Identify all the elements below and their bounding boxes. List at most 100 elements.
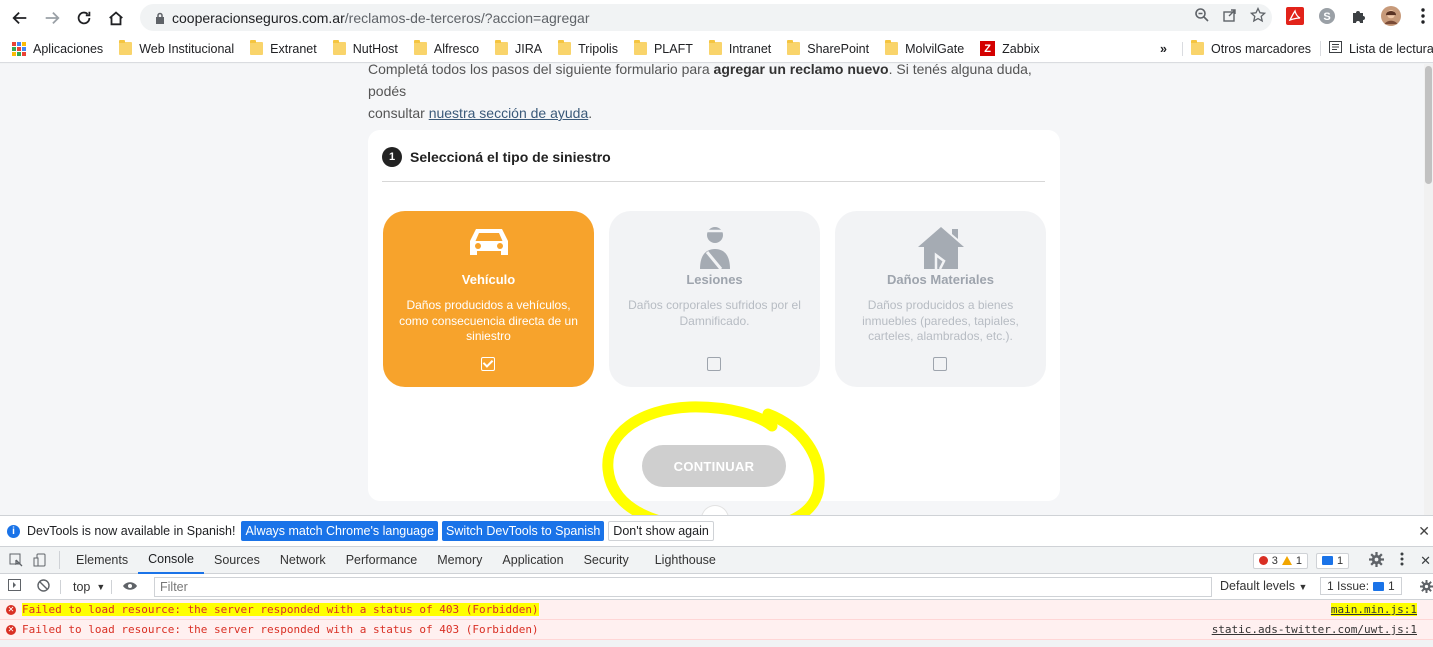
log-levels-dropdown[interactable]: Default levels ▼ xyxy=(1220,579,1307,593)
bookmark-label: Alfresco xyxy=(433,41,480,56)
settings-gear-icon[interactable] xyxy=(1369,551,1385,570)
bookmark-sharepoint[interactable]: SharePoint xyxy=(779,40,877,56)
bookmark-molvilgate[interactable]: MolvilGate xyxy=(877,40,972,56)
dont-show-again-button[interactable]: Don't show again xyxy=(608,521,714,541)
bookmark-label: Intranet xyxy=(728,41,772,56)
tab-memory[interactable]: Memory xyxy=(427,547,492,574)
log-levels-label: Default levels xyxy=(1220,579,1296,593)
error-count: 3 xyxy=(1271,554,1278,567)
back-icon[interactable] xyxy=(4,2,36,34)
match-language-button[interactable]: Always match Chrome's language xyxy=(241,521,439,541)
intro-text: Completá todos los pasos del siguiente f… xyxy=(368,64,1068,124)
dropdown-arrow-icon: ▼ xyxy=(96,581,106,592)
zabbix-icon: Z xyxy=(980,41,996,56)
bookmark-label: JIRA xyxy=(515,41,543,56)
reload-icon[interactable] xyxy=(68,2,100,34)
sidebar-toggle-icon[interactable] xyxy=(8,579,21,594)
console-error-row: ✕ Failed to load resource: the server re… xyxy=(0,600,1433,620)
profile-avatar[interactable] xyxy=(1381,6,1401,26)
step-title: Seleccioná el tipo de siniestro xyxy=(410,149,611,165)
bookmark-extranet[interactable]: Extranet xyxy=(242,40,325,56)
url-path: /reclamos-de-terceros/?accion=agregar xyxy=(344,9,590,26)
forward-icon[interactable] xyxy=(36,2,68,34)
help-section-link[interactable]: nuestra sección de ayuda xyxy=(429,105,589,121)
folder-icon xyxy=(787,40,801,55)
home-icon[interactable] xyxy=(100,2,132,34)
apps-grid-icon xyxy=(12,41,26,56)
bookmark-intranet[interactable]: Intranet xyxy=(701,40,779,56)
close-icon[interactable]: ✕ xyxy=(1418,523,1430,540)
devtools-menu-icon[interactable] xyxy=(1392,552,1412,569)
issues-count: 1 xyxy=(1388,579,1395,593)
intro-text-bold: agregar un reclamo nuevo xyxy=(713,64,889,77)
page-scrollbar[interactable] xyxy=(1424,64,1433,515)
bookmark-plaft[interactable]: PLAFT xyxy=(626,40,701,56)
live-expression-eye-icon[interactable] xyxy=(122,580,138,594)
address-bar[interactable]: cooperacionseguros.com.ar /reclamos-de-t… xyxy=(140,4,1272,31)
browser-menu-icon[interactable] xyxy=(1413,6,1433,26)
error-x-icon: ✕ xyxy=(6,604,16,615)
folder-icon xyxy=(332,40,346,55)
bookmarks-overflow-button[interactable]: » xyxy=(1152,42,1175,56)
lock-icon[interactable] xyxy=(148,12,172,24)
tab-sources[interactable]: Sources xyxy=(204,547,270,574)
bookmark-jira[interactable]: JIRA xyxy=(487,40,550,56)
tab-elements[interactable]: Elements xyxy=(66,547,138,574)
close-devtools-icon[interactable]: ✕ xyxy=(1420,553,1433,569)
folder-icon xyxy=(413,40,427,55)
reading-list-button[interactable]: Lista de lectura xyxy=(1320,41,1433,56)
bookmark-otros-marcadores[interactable]: Otros marcadores xyxy=(1182,40,1319,56)
option-checkbox[interactable] xyxy=(933,357,947,371)
scroll-down-indicator[interactable] xyxy=(701,505,729,515)
bookmark-alfresco[interactable]: Alfresco xyxy=(406,40,487,56)
tab-performance[interactable]: Performance xyxy=(336,547,428,574)
clear-console-icon[interactable] xyxy=(37,578,50,595)
option-lesiones[interactable]: Lesiones Daños corporales sufridos por e… xyxy=(609,211,820,387)
page-scrollbar-thumb[interactable] xyxy=(1425,66,1432,184)
inspect-element-icon[interactable] xyxy=(0,547,29,574)
tab-network[interactable]: Network xyxy=(270,547,336,574)
option-checkbox[interactable] xyxy=(481,357,495,371)
option-vehiculo[interactable]: Vehículo Daños producidos a vehículos, c… xyxy=(383,211,594,387)
bookmark-star-icon[interactable] xyxy=(1249,6,1267,28)
bookmark-nuthost[interactable]: NutHost xyxy=(325,40,406,56)
context-selector[interactable]: top ▼ xyxy=(60,579,113,594)
bookmark-label: Lista de lectura xyxy=(1349,41,1433,56)
error-warning-counter[interactable]: 3 1 xyxy=(1252,552,1308,569)
tab-console[interactable]: Console xyxy=(138,547,204,574)
share-icon[interactable] xyxy=(1222,7,1238,28)
option-name: Daños Materiales xyxy=(887,272,994,287)
bookmark-zabbix[interactable]: Z Zabbix xyxy=(972,41,1048,56)
issues-button[interactable]: 1 Issue: 1 xyxy=(1320,577,1402,595)
option-description: Daños producidos a vehículos, como conse… xyxy=(399,298,578,343)
bookmark-tripolis[interactable]: Tripolis xyxy=(550,40,626,56)
skype-extension-icon[interactable]: S xyxy=(1317,6,1337,26)
devtools-tabbar: Elements Console Sources Network Perform… xyxy=(0,546,1433,574)
console-source-link[interactable]: static.ads-twitter.com/uwt.js:1 xyxy=(1212,623,1417,636)
devtools-language-notice: i DevTools is now available in Spanish! … xyxy=(0,515,1433,546)
pdf-extension-icon[interactable] xyxy=(1285,6,1305,26)
continue-button[interactable]: CONTINUAR xyxy=(642,445,786,487)
claim-form-card: 1 Seleccioná el tipo de siniestro Vehícu… xyxy=(368,130,1060,501)
tab-application[interactable]: Application xyxy=(492,547,573,574)
console-source-link[interactable]: main.min.js:1 xyxy=(1330,603,1417,616)
tab-security[interactable]: Security xyxy=(574,547,639,574)
message-count: 1 xyxy=(1336,554,1344,567)
zoom-icon[interactable] xyxy=(1194,7,1210,28)
tab-lighthouse[interactable]: Lighthouse xyxy=(645,547,726,574)
bookmark-label: SharePoint xyxy=(807,41,870,56)
intro-text-pre: Completá todos los pasos del siguiente f… xyxy=(368,64,714,77)
message-counter[interactable]: 1 xyxy=(1315,552,1350,569)
bookmark-label: PLAFT xyxy=(653,41,693,56)
console-filter-input[interactable]: Filter xyxy=(154,577,1212,597)
folder-icon xyxy=(633,40,647,55)
device-toolbar-icon[interactable] xyxy=(29,551,60,569)
console-settings-gear-icon[interactable] xyxy=(1420,580,1433,596)
option-danos-materiales[interactable]: Daños Materiales Daños producidos a bien… xyxy=(835,211,1046,387)
extensions-puzzle-icon[interactable] xyxy=(1349,6,1369,26)
switch-language-button[interactable]: Switch DevTools to Spanish xyxy=(442,521,605,541)
bookmark-aplicaciones[interactable]: Aplicaciones xyxy=(0,41,111,56)
bookmark-web-institucional[interactable]: Web Institucional xyxy=(111,40,242,56)
option-checkbox[interactable] xyxy=(707,357,721,371)
reading-list-icon xyxy=(1329,41,1342,56)
